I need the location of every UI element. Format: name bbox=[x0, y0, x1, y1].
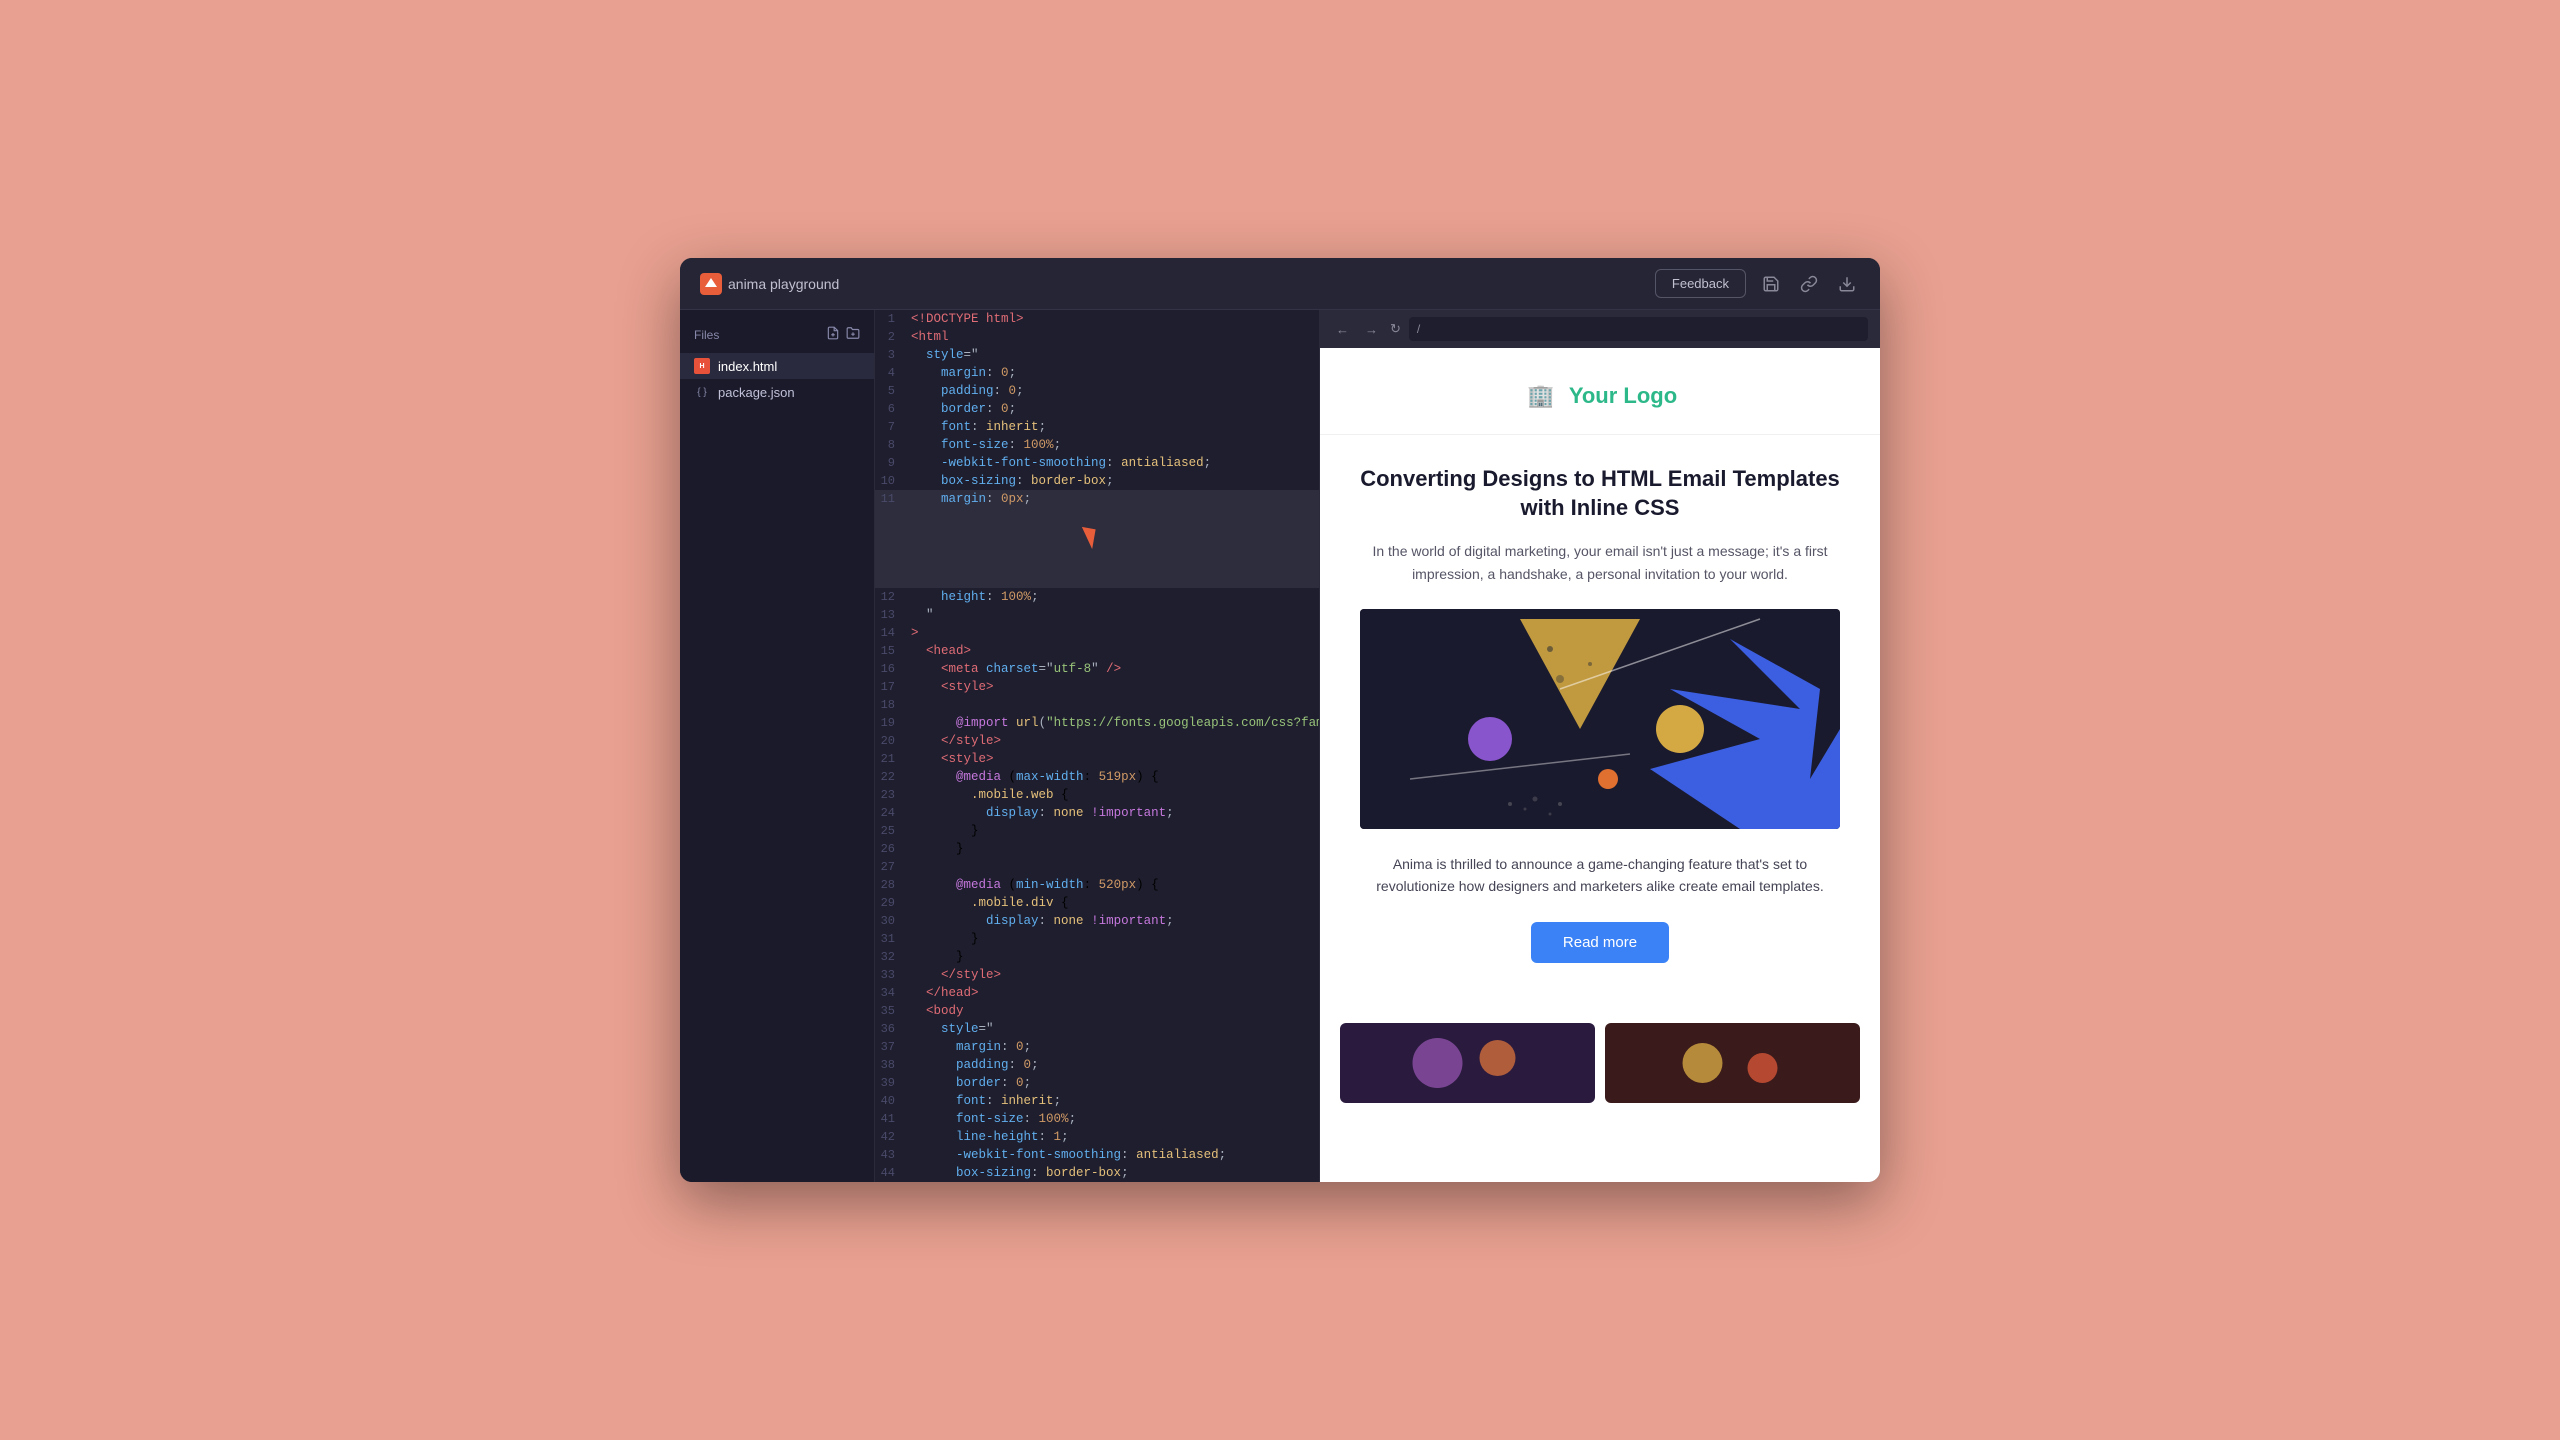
sidebar-item-index-html[interactable]: H index.html bbox=[680, 353, 874, 379]
code-line-36: 36 style=" bbox=[875, 1020, 1319, 1038]
code-line-20: 20 </style> bbox=[875, 732, 1319, 750]
save-icon-button[interactable] bbox=[1758, 271, 1784, 297]
email-bottom-cards bbox=[1320, 1023, 1880, 1123]
save-icon bbox=[1762, 275, 1780, 293]
anima-logo-icon bbox=[700, 273, 722, 295]
code-line-22: 22 @media (max-width: 519px) { bbox=[875, 768, 1319, 786]
code-line-40: 40 font: inherit; bbox=[875, 1092, 1319, 1110]
new-folder-button[interactable] bbox=[846, 326, 860, 343]
sidebar-item-package-json[interactable]: { } package.json bbox=[680, 379, 874, 405]
code-line-32: 32 } bbox=[875, 948, 1319, 966]
code-line-35: 35 <body bbox=[875, 1002, 1319, 1020]
bottom-card-left-img bbox=[1340, 1023, 1595, 1103]
code-line-1: 1 <!DOCTYPE html> bbox=[875, 310, 1319, 328]
email-logo-text: Your Logo bbox=[1569, 383, 1677, 409]
new-file-icon bbox=[826, 326, 840, 340]
read-more-button[interactable]: Read more bbox=[1531, 922, 1669, 963]
anima-icon bbox=[704, 277, 718, 291]
link-icon bbox=[1800, 275, 1818, 293]
browser-bar: ← → ↻ / bbox=[1320, 310, 1880, 348]
sidebar-header: Files bbox=[680, 322, 874, 353]
code-line-34: 34 </head> bbox=[875, 984, 1319, 1002]
email-subtitle: In the world of digital marketing, your … bbox=[1360, 540, 1840, 585]
link-icon-button[interactable] bbox=[1796, 271, 1822, 297]
code-line-27: 27 bbox=[875, 858, 1319, 876]
code-line-28: 28 @media (min-width: 520px) { bbox=[875, 876, 1319, 894]
code-line-3: 3 style=" bbox=[875, 346, 1319, 364]
code-line-42: 42 line-height: 1; bbox=[875, 1128, 1319, 1146]
sidebar-title: Files bbox=[694, 328, 719, 342]
download-icon-button[interactable] bbox=[1834, 271, 1860, 297]
new-file-button[interactable] bbox=[826, 326, 840, 343]
sidebar: Files bbox=[680, 310, 875, 1182]
code-line-31: 31 } bbox=[875, 930, 1319, 948]
email-header: 🏢 Your Logo bbox=[1320, 348, 1880, 435]
code-line-8: 8 font-size: 100%; bbox=[875, 436, 1319, 454]
code-line-38: 38 padding: 0; bbox=[875, 1056, 1319, 1074]
logo-icon: 🏢 bbox=[1523, 378, 1559, 414]
code-line-25: 25 } bbox=[875, 822, 1319, 840]
new-folder-icon bbox=[846, 326, 860, 340]
code-line-37: 37 margin: 0; bbox=[875, 1038, 1319, 1056]
anima-logo: anima playground bbox=[700, 273, 839, 295]
email-preview: 🏢 Your Logo Converting Designs to HTML E… bbox=[1320, 348, 1880, 1182]
code-line-5: 5 padding: 0; bbox=[875, 382, 1319, 400]
code-line-14: 14 > bbox=[875, 624, 1319, 642]
code-line-44: 44 box-sizing: border-box; bbox=[875, 1164, 1319, 1182]
code-line-7: 7 font: inherit; bbox=[875, 418, 1319, 436]
code-line-29: 29 .mobile.div { bbox=[875, 894, 1319, 912]
file-name-package-json: package.json bbox=[718, 385, 795, 400]
feedback-button[interactable]: Feedback bbox=[1655, 269, 1746, 298]
code-line-15: 15 <head> bbox=[875, 642, 1319, 660]
email-hero-image bbox=[1360, 609, 1840, 829]
bottom-card-right bbox=[1605, 1023, 1860, 1103]
title-bar: anima playground Feedback bbox=[680, 258, 1880, 310]
browser-preview: ← → ↻ / 🏢 Your Logo Converting Designs t… bbox=[1320, 310, 1880, 1182]
browser-forward-button[interactable]: → bbox=[1361, 320, 1382, 339]
bottom-card-left bbox=[1340, 1023, 1595, 1103]
code-line-10: 10 box-sizing: border-box; bbox=[875, 472, 1319, 490]
file-name-index-html: index.html bbox=[718, 359, 777, 374]
email-description: Anima is thrilled to announce a game-cha… bbox=[1360, 853, 1840, 898]
code-line-4: 4 margin: 0; bbox=[875, 364, 1319, 382]
code-line-21: 21 <style> bbox=[875, 750, 1319, 768]
code-line-12: 12 height: 100%; bbox=[875, 588, 1319, 606]
browser-back-button[interactable]: ← bbox=[1332, 320, 1353, 339]
email-title: Converting Designs to HTML Email Templat… bbox=[1360, 465, 1840, 522]
sidebar-icons bbox=[826, 326, 860, 343]
code-line-6: 6 border: 0; bbox=[875, 400, 1319, 418]
browser-url-text: / bbox=[1417, 322, 1420, 336]
title-bar-right: Feedback bbox=[1655, 269, 1860, 298]
code-line-41: 41 font-size: 100%; bbox=[875, 1110, 1319, 1128]
title-bar-left: anima playground bbox=[700, 273, 839, 295]
code-line-43: 43 -webkit-font-smoothing: antialiased; bbox=[875, 1146, 1319, 1164]
code-line-18: 18 bbox=[875, 696, 1319, 714]
browser-url-bar[interactable]: / bbox=[1409, 317, 1868, 341]
code-line-16: 16 <meta charset="utf-8" /> bbox=[875, 660, 1319, 678]
code-line-39: 39 border: 0; bbox=[875, 1074, 1319, 1092]
email-body: Converting Designs to HTML Email Templat… bbox=[1340, 435, 1860, 1023]
code-line-13: 13 " bbox=[875, 606, 1319, 624]
code-line-33: 33 </style> bbox=[875, 966, 1319, 984]
code-line-30: 30 display: none !important; bbox=[875, 912, 1319, 930]
code-line-17: 17 <style> bbox=[875, 678, 1319, 696]
code-line-9: 9 -webkit-font-smoothing: antialiased; bbox=[875, 454, 1319, 472]
app-window: anima playground Feedback bbox=[680, 258, 1880, 1182]
bottom-card-right-img bbox=[1605, 1023, 1860, 1103]
code-line-19: 19 @import url("https://fonts.googleapis… bbox=[875, 714, 1319, 732]
browser-refresh-button[interactable]: ↻ bbox=[1390, 321, 1401, 337]
code-line-24: 24 display: none !important; bbox=[875, 804, 1319, 822]
download-icon bbox=[1838, 275, 1856, 293]
email-hero-svg bbox=[1360, 609, 1840, 829]
main-content: Files bbox=[680, 310, 1880, 1182]
anima-logo-text: anima playground bbox=[728, 276, 839, 292]
code-line-2: 2 <html bbox=[875, 328, 1319, 346]
code-line-11: 11 margin: 0px; bbox=[875, 490, 1319, 588]
code-editor[interactable]: 1 <!DOCTYPE html> 2 <html 3 style=" 4 ma… bbox=[875, 310, 1320, 1182]
json-file-icon: { } bbox=[694, 384, 710, 400]
code-line-23: 23 .mobile.web { bbox=[875, 786, 1319, 804]
code-line-26: 26 } bbox=[875, 840, 1319, 858]
html-file-icon: H bbox=[694, 358, 710, 374]
